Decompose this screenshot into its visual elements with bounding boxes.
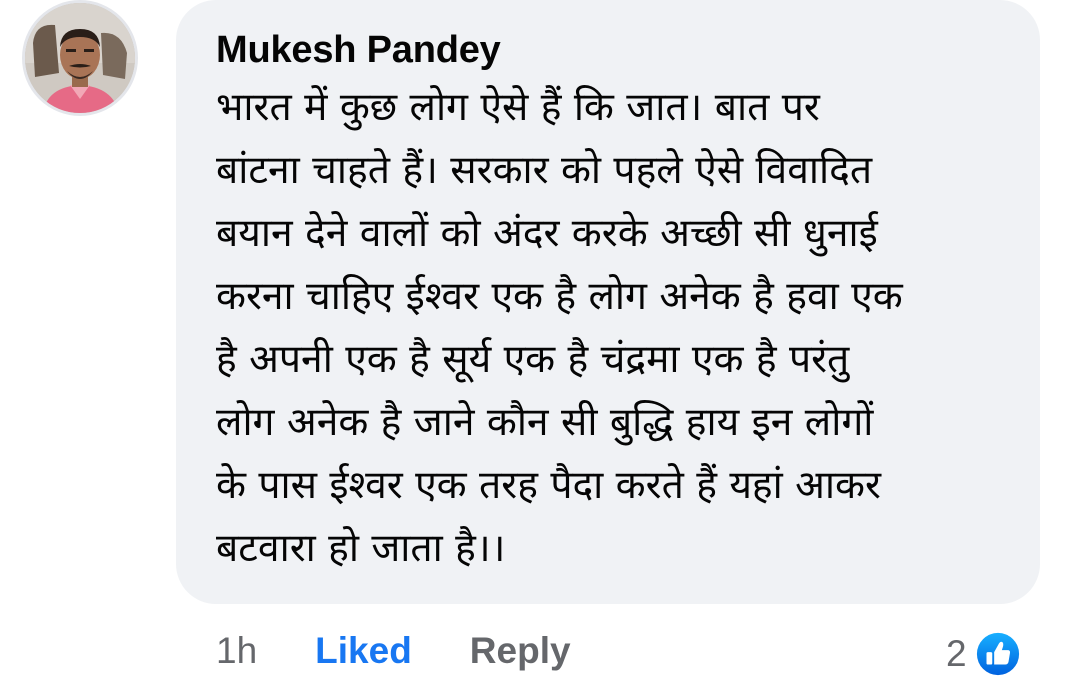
reaction-summary[interactable]: 2 (946, 626, 1023, 682)
reaction-count: 2 (946, 633, 967, 674)
avatar[interactable] (22, 0, 138, 116)
comment-text: भारत में कुछ लोग ऐसे हैं कि जात। बात पर … (216, 76, 1010, 580)
comment: Mukesh Pandey भारत में कुछ लोग ऐसे हैं क… (0, 0, 1078, 686)
comment-text-line: बांटना चाहते हैं। सरकार को पहले ऐसे विवा… (216, 148, 873, 193)
thumbs-up-icon (972, 629, 1023, 679)
like-button[interactable]: Liked (315, 630, 412, 672)
comment-text-line: बटवारा हो जाता है।। (216, 526, 506, 571)
comment-text-line: करना चाहिए ईश्वर एक है लोग अनेक है हवा ए… (216, 274, 903, 319)
comment-text-line: भारत में कुछ लोग ऐसे हैं कि जात। बात पर (216, 85, 820, 130)
comment-bubble: Mukesh Pandey भारत में कुछ लोग ऐसे हैं क… (176, 0, 1040, 604)
reply-button[interactable]: Reply (470, 630, 571, 672)
comment-text-line: बयान देने वालों को अंदर करके अच्छी सी धु… (216, 211, 878, 256)
comment-text-line: है अपनी एक है सूर्य एक है चंद्रमा एक है … (216, 337, 850, 382)
comment-text-line: लोग अनेक है जाने कौन सी बुद्धि हाय इन लो… (216, 400, 874, 445)
comment-actions: 1h Liked Reply (216, 626, 571, 676)
comment-author[interactable]: Mukesh Pandey (216, 28, 1010, 72)
user-avatar-icon (25, 3, 135, 113)
comment-text-line: के पास ईश्वर एक तरह पैदा करते हैं यहां आ… (216, 463, 881, 508)
comment-timestamp[interactable]: 1h (216, 630, 257, 672)
